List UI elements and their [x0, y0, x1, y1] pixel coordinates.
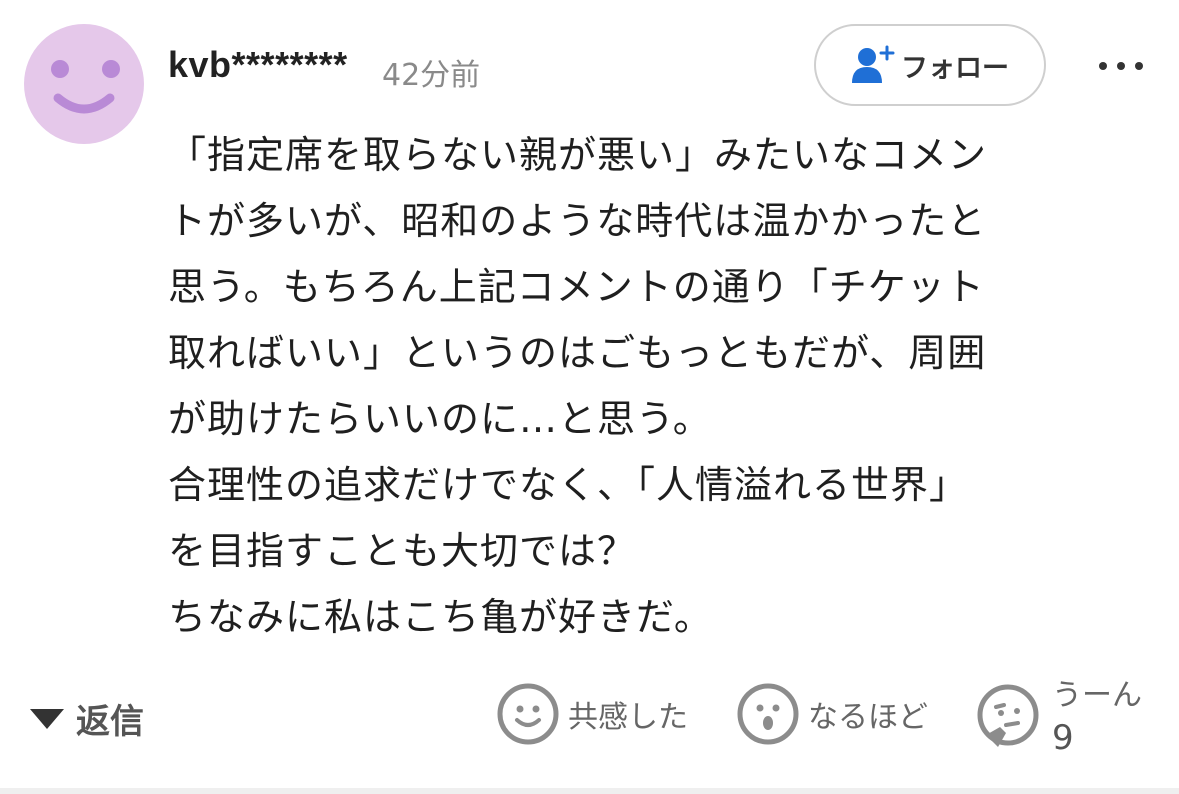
avatar[interactable] [24, 24, 144, 144]
reaction-label: 共感した [568, 700, 688, 735]
comment-line: 思う。もちろん上記コメントの通り「チケット [168, 265, 985, 309]
comment-line: が助けたらいいのに…と思う。 [168, 397, 712, 441]
timestamp: 42分前 [382, 58, 481, 93]
more-dots-icon [1099, 62, 1107, 70]
comment-line: 合理性の追求だけでなく、「人情溢れる世界」 [168, 463, 969, 507]
reaction-count: 9 [1052, 718, 1074, 758]
comment-line: トが多いが、昭和のような時代は温かかったと [168, 199, 987, 243]
comment-line: ちなみに私はこち亀が好きだ。 [168, 595, 713, 639]
reply-button[interactable]: 返信 [30, 694, 144, 743]
smiley-avatar-icon [51, 60, 120, 114]
thinking-icon [977, 684, 1039, 747]
username[interactable]: kvb******** [168, 44, 348, 86]
reply-label: 返信 [76, 702, 144, 742]
comment-body: 「指定席を取らない親が悪い」みたいなコメン トが多いが、昭和のような時代は温かか… [168, 122, 1128, 650]
follow-label: フォロー [901, 52, 1009, 84]
more-options-button[interactable] [1086, 48, 1156, 84]
reaction-empathize-button[interactable]: 共感した [496, 682, 688, 746]
follow-button[interactable]: フォロー [814, 24, 1046, 106]
triangle-down-icon [30, 708, 64, 729]
reaction-hmm-button[interactable]: うーん 9 [976, 678, 1142, 758]
comment-line: 「指定席を取らない親が悪い」みたいなコメン [168, 133, 988, 177]
reaction-label: うーん [1052, 678, 1142, 713]
reaction-label: なるほど [808, 700, 928, 735]
reaction-insightful-button[interactable]: なるほど [736, 682, 928, 746]
reaction-hmm-text: うーん 9 [1052, 678, 1142, 758]
divider [0, 788, 1179, 794]
surprised-icon [737, 683, 799, 745]
add-person-icon [852, 45, 895, 83]
smile-icon [497, 683, 559, 745]
comment-line: を目指すことも大切では？ [168, 529, 637, 573]
comment-line: 取ればいい」というのはごもっともだが、周囲 [168, 331, 987, 375]
